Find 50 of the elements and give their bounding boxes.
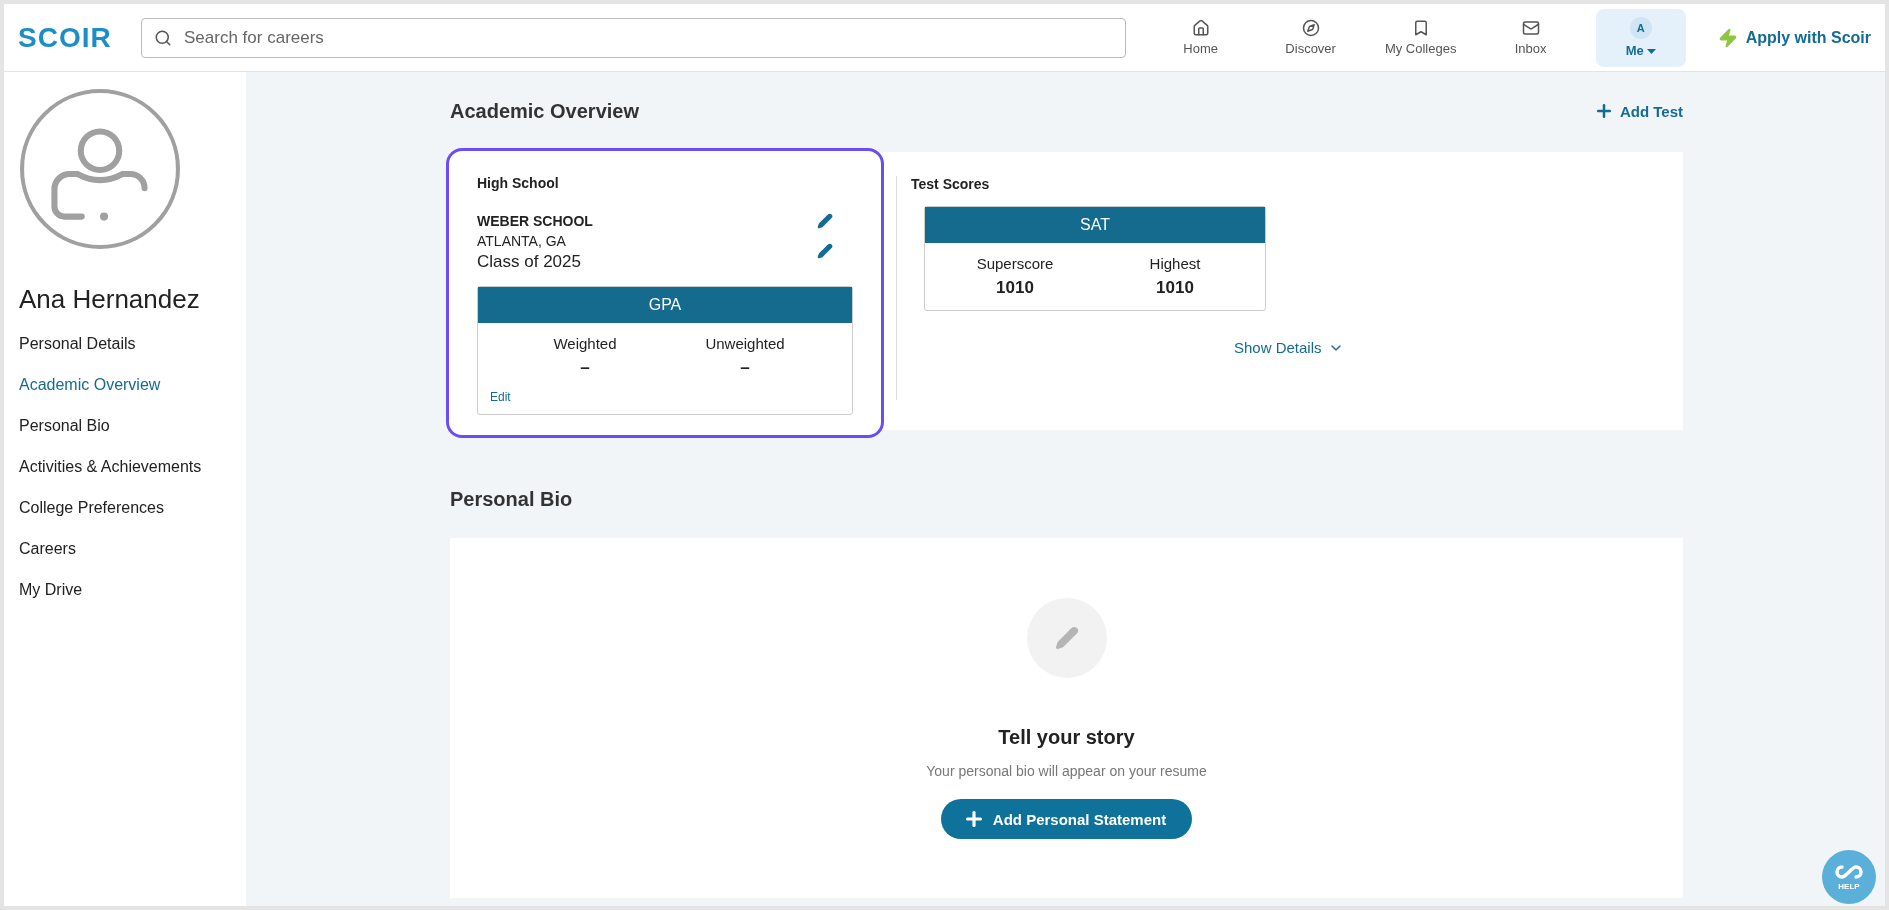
section-title: Personal Bio	[450, 488, 574, 511]
sidebar-link[interactable]: College Preferences	[19, 499, 231, 540]
caret-icon	[1646, 49, 1656, 55]
sidebar-link[interactable]: My Drive	[19, 581, 231, 622]
pencil-icon[interactable]	[817, 213, 833, 229]
infinity-icon	[1834, 863, 1864, 880]
add-test-link[interactable]: Add Test	[1593, 101, 1683, 121]
add-statement-button[interactable]: Add Personal Statement	[940, 799, 1193, 839]
nav-item[interactable]: A Me	[1595, 8, 1686, 67]
gpa-header: GPA	[478, 287, 852, 323]
nav-item[interactable]: Home	[1145, 8, 1256, 67]
sat-header: SAT	[925, 207, 1265, 243]
sidebar-link[interactable]: Personal Details	[19, 335, 231, 376]
nav-item[interactable]: Inbox	[1475, 8, 1586, 67]
mail-icon	[1521, 19, 1540, 37]
pencil-icon[interactable]	[817, 243, 833, 259]
score-value: –	[740, 358, 750, 378]
score-label: Weighted	[553, 335, 617, 352]
school-location: ATLANTA, GA	[477, 233, 567, 249]
school-name: WEBER SCHOOL	[477, 213, 593, 229]
score-label: Unweighted	[705, 335, 785, 352]
edit-link[interactable]: Edit	[478, 378, 852, 414]
card-title: High School	[477, 175, 560, 191]
show-details-link[interactable]: Show Details	[1234, 339, 1344, 356]
empty-state-text: Your personal bio will appear on your resume	[926, 763, 1207, 779]
compass-icon	[1301, 19, 1320, 37]
sidebar-link[interactable]: Personal Bio	[19, 417, 231, 458]
home-icon	[1191, 19, 1210, 37]
avatar-initial: A	[1629, 17, 1652, 39]
student-name: Ana Hernandez	[19, 284, 201, 315]
sidebar-link[interactable]: Activities & Achievements	[19, 458, 231, 499]
search-bar[interactable]: Search for careers	[141, 17, 1126, 58]
empty-state-heading: Tell your story	[998, 726, 1135, 749]
nav-item[interactable]: Discover	[1255, 8, 1366, 67]
search-icon	[154, 28, 173, 47]
score-label: Highest	[1149, 255, 1201, 272]
lightning-icon	[1717, 27, 1738, 48]
class-year: Class of 2025	[477, 252, 582, 272]
score-value: –	[580, 358, 590, 378]
avatar-placeholder-icon	[19, 88, 181, 250]
sidebar-link[interactable]: Careers	[19, 540, 231, 581]
score-label: Superscore	[976, 255, 1054, 272]
nav-item[interactable]: My Colleges	[1365, 8, 1476, 67]
score-value: 1010	[996, 278, 1034, 298]
sidebar-link[interactable]: Academic Overview	[19, 376, 231, 417]
logo[interactable]: SCOIR	[18, 21, 142, 54]
apply-link[interactable]: Apply with Scoir	[1717, 27, 1871, 48]
card-title: Test Scores	[911, 176, 991, 192]
section-title: Academic Overview	[450, 99, 639, 123]
score-value: 1010	[1156, 278, 1194, 298]
